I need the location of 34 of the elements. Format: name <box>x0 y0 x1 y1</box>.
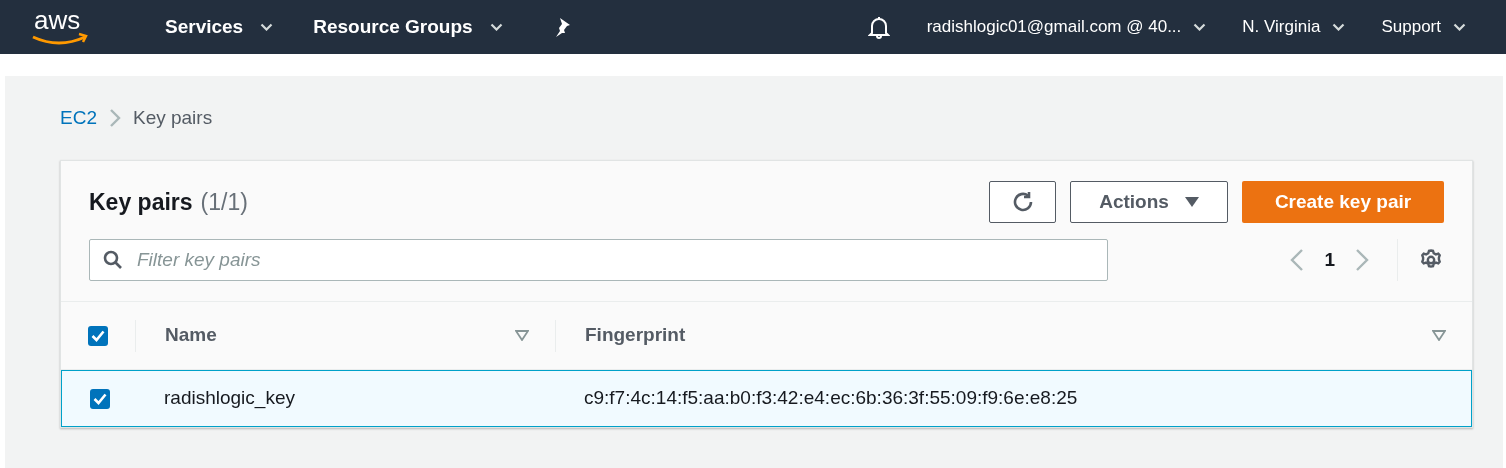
bell-icon[interactable] <box>867 15 890 39</box>
table-cell: radishlogic_key <box>164 387 295 409</box>
page-number[interactable]: 1 <box>1324 245 1335 275</box>
table-cell: c9:f7:4c:14:f5:aa:b0:f3:42:e4:ec:6b:36:3f:55:09:f9:6e:e8:25 <box>584 387 1078 409</box>
caret-icon <box>1193 23 1207 31</box>
actions-dropdown[interactable]: Actions <box>1070 181 1228 223</box>
sort-icon[interactable] <box>1432 330 1446 341</box>
refresh-button[interactable] <box>989 181 1056 223</box>
caret-icon <box>260 23 274 31</box>
table-row[interactable]: radishlogic_key c9:f7:4c:14:f5:aa:b0:f3:42:e4:ec:6b:36:3f:55:09:f9:6e:e8:25 <box>61 370 1472 427</box>
account-menu[interactable]: radishlogic01@gmail.com @ 40... <box>926 14 1207 40</box>
chevron-right-icon <box>108 108 121 128</box>
chevron-right-icon <box>1355 248 1369 272</box>
caret-icon <box>489 23 503 31</box>
column-header[interactable]: Fingerprint <box>585 321 686 350</box>
nav-menu[interactable]: Support <box>1381 14 1466 40</box>
caret-icon <box>1184 197 1199 207</box>
filter-search-field[interactable]: Filter key pairs <box>89 239 1108 281</box>
search-icon <box>103 250 123 270</box>
panel-title: Key pairs <box>89 187 193 217</box>
nav-menu[interactable]: N. Virginia <box>1242 14 1346 40</box>
breadcrumb-link[interactable]: EC2 <box>60 103 97 133</box>
column-header[interactable]: Name <box>165 321 217 350</box>
caret-icon <box>1453 23 1466 31</box>
item-count: (1/1) <box>200 187 248 217</box>
checkbox[interactable] <box>88 325 108 346</box>
checkbox[interactable] <box>89 388 110 409</box>
aws-logo[interactable]: aws <box>30 7 90 47</box>
sort-icon[interactable] <box>515 330 529 341</box>
chevron-left-icon <box>1290 248 1305 272</box>
nav-menu[interactable]: Resource Groups <box>313 12 503 42</box>
breadcrumb-current: Key pairs <box>132 105 213 130</box>
caret-icon <box>1332 23 1346 31</box>
nav-menu[interactable]: Services <box>165 12 274 42</box>
